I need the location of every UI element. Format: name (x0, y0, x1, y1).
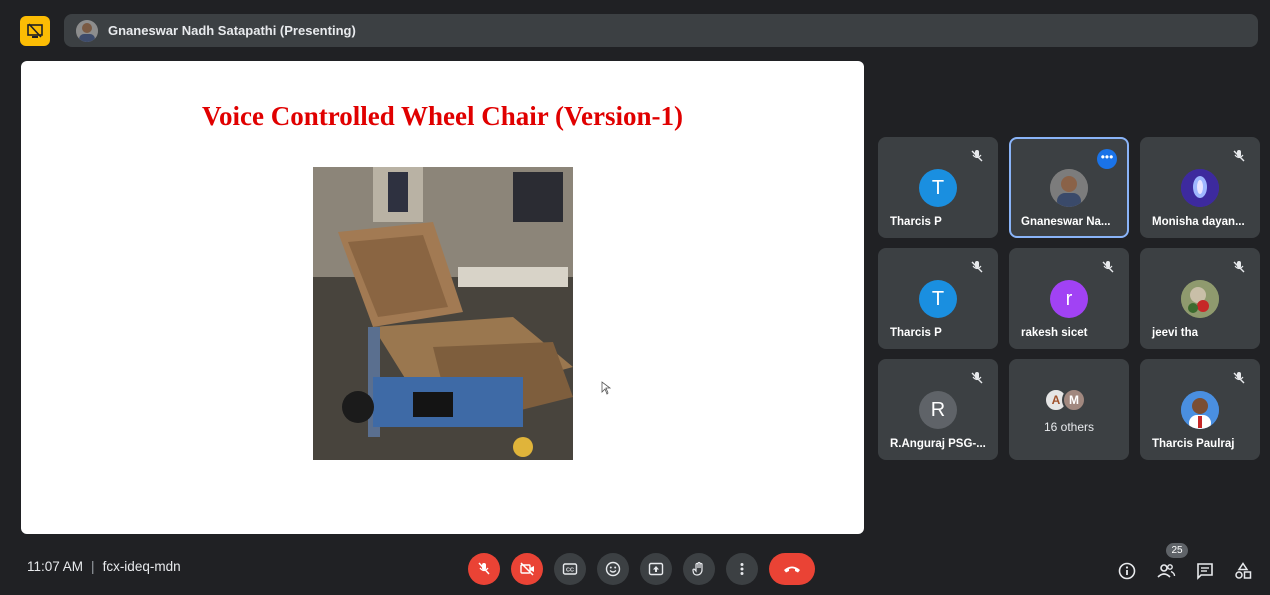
leave-call-button[interactable] (769, 553, 815, 585)
avatar: T (919, 169, 957, 207)
avatar (1181, 391, 1219, 429)
activities-icon (1235, 562, 1252, 579)
camera-off-icon (520, 562, 534, 576)
svg-text:CC: CC (566, 568, 574, 574)
participant-tile[interactable]: r rakesh sicet (1009, 248, 1129, 349)
phone-hangup-icon (784, 566, 800, 573)
people-count-badge: 25 (1166, 543, 1188, 558)
avatar (1181, 280, 1219, 318)
bottom-bar: 11:07 AM | fcx-ideq-mdn CC 25 (0, 543, 1270, 595)
others-count-label: 16 others (1043, 420, 1095, 434)
emoji-icon (605, 561, 621, 577)
mic-off-icon (971, 150, 983, 162)
mic-off-icon (1102, 261, 1114, 273)
mic-off-icon (1233, 261, 1245, 273)
side-panel-controls: 25 (1112, 543, 1262, 595)
chat-icon (1197, 563, 1213, 580)
participant-name: jeevi tha (1152, 327, 1199, 339)
participant-tile[interactable]: T Tharcis P (878, 137, 998, 238)
others-tile[interactable]: A M 16 others (1009, 359, 1129, 460)
present-button[interactable] (640, 553, 672, 585)
raise-hand-button[interactable] (683, 553, 715, 585)
camera-toggle-button[interactable] (511, 553, 543, 585)
more-options-icon[interactable]: ••• (1097, 149, 1117, 169)
mouse-cursor-icon (601, 381, 611, 395)
avatar: r (1050, 280, 1088, 318)
mic-off-icon (971, 372, 983, 384)
participant-tile[interactable]: R R.Anguraj PSG-... (878, 359, 998, 460)
mic-off-icon (971, 261, 983, 273)
meeting-info: 11:07 AM | fcx-ideq-mdn (27, 559, 181, 574)
presenter-banner[interactable]: Gnaneswar Nadh Satapathi (Presenting) (64, 14, 1258, 47)
people-icon (1157, 564, 1176, 578)
participant-name: Tharcis P (890, 216, 942, 228)
more-options-button[interactable] (726, 553, 758, 585)
presentation-icon[interactable] (20, 16, 50, 46)
avatar (1181, 169, 1219, 207)
captions-icon: CC (562, 563, 578, 575)
participant-tile-active[interactable]: ••• Gnaneswar Na... (1009, 137, 1129, 238)
mic-toggle-button[interactable] (468, 553, 500, 585)
people-button[interactable] (1154, 559, 1178, 583)
reactions-button[interactable] (597, 553, 629, 585)
activities-button[interactable] (1231, 559, 1255, 583)
participant-tile[interactable]: T Tharcis P (878, 248, 998, 349)
participant-name: Gnaneswar Na... (1021, 216, 1111, 228)
participant-name: Tharcis P (890, 327, 942, 339)
presenter-name: Gnaneswar Nadh Satapathi (Presenting) (108, 23, 356, 38)
info-icon (1118, 562, 1136, 580)
participant-tile[interactable]: Monisha dayan... (1140, 137, 1260, 238)
meeting-time: 11:07 AM (27, 559, 84, 574)
meeting-details-button[interactable] (1115, 559, 1139, 583)
chat-button[interactable] (1193, 559, 1217, 583)
top-bar: Gnaneswar Nadh Satapathi (Presenting) (20, 12, 1258, 48)
avatar (1050, 169, 1088, 207)
others-avatars: A M (1044, 388, 1104, 412)
avatar: T (919, 280, 957, 318)
more-vert-icon (740, 563, 744, 575)
wheelchair-photo (313, 167, 573, 460)
participant-name: rakesh sicet (1021, 327, 1088, 339)
slide-title: Voice Controlled Wheel Chair (Version-1) (202, 101, 683, 131)
participant-name: Monisha dayan... (1152, 216, 1245, 228)
participant-tile[interactable]: Tharcis Paulraj (1140, 359, 1260, 460)
participant-name: R.Anguraj PSG-... (890, 438, 986, 450)
mic-off-icon (1233, 372, 1245, 384)
present-screen-icon (648, 562, 664, 576)
mic-off-icon (478, 562, 490, 575)
avatar: M (1062, 388, 1086, 412)
presenter-avatar (76, 19, 98, 42)
participant-name: Tharcis Paulraj (1152, 438, 1235, 450)
avatar: R (919, 391, 957, 429)
separator: | (91, 559, 95, 574)
presentation-slide: Voice Controlled Wheel Chair (Version-1) (21, 61, 864, 534)
captions-button[interactable]: CC (554, 553, 586, 585)
hand-icon (692, 561, 703, 576)
participant-grid: T Tharcis P ••• Gnaneswar Na... Monisha … (878, 137, 1262, 461)
participant-tile[interactable]: jeevi tha (1140, 248, 1260, 349)
meeting-code[interactable]: fcx-ideq-mdn (103, 559, 181, 574)
mic-off-icon (1233, 150, 1245, 162)
